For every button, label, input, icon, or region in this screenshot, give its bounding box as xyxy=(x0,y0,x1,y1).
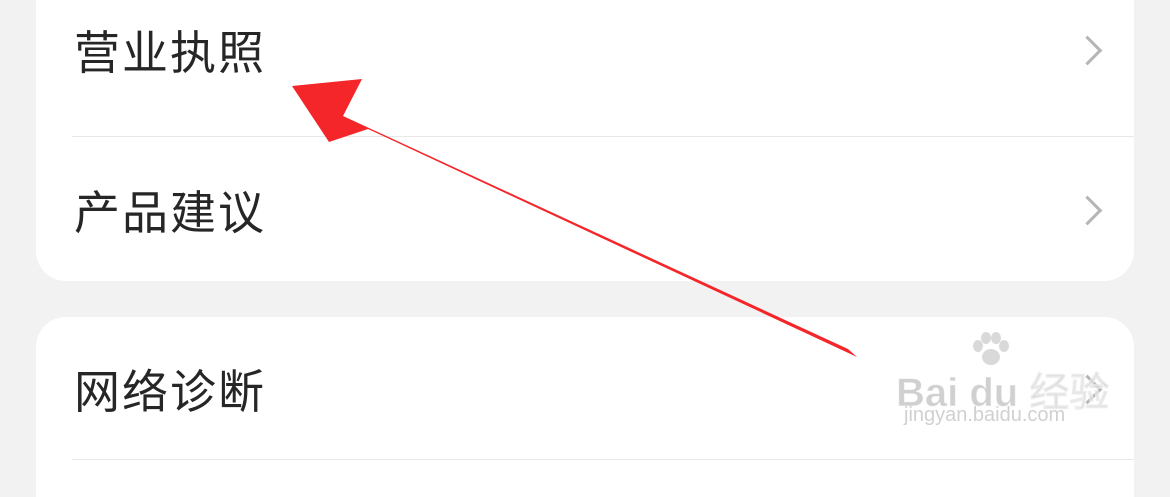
business-license-label: 营业执照 xyxy=(74,26,266,80)
chevron-right-icon xyxy=(1072,35,1103,66)
settings-card-group-2: 网络诊断 xyxy=(36,317,1134,497)
network-diagnosis-label: 网络诊断 xyxy=(74,365,266,419)
settings-card-group-1: 营业执照 产品建议 xyxy=(36,0,1134,281)
chevron-right-icon xyxy=(1072,374,1103,405)
product-suggestion-label: 产品建议 xyxy=(74,186,266,240)
row-divider xyxy=(72,459,1134,460)
chevron-right-icon xyxy=(1072,195,1103,226)
row-divider xyxy=(72,136,1134,137)
settings-row-product-suggestion[interactable]: 产品建议 xyxy=(36,160,1134,260)
settings-row-network-diagnosis[interactable]: 网络诊断 xyxy=(36,339,1134,439)
settings-row-business-license[interactable]: 营业执照 xyxy=(36,0,1134,100)
